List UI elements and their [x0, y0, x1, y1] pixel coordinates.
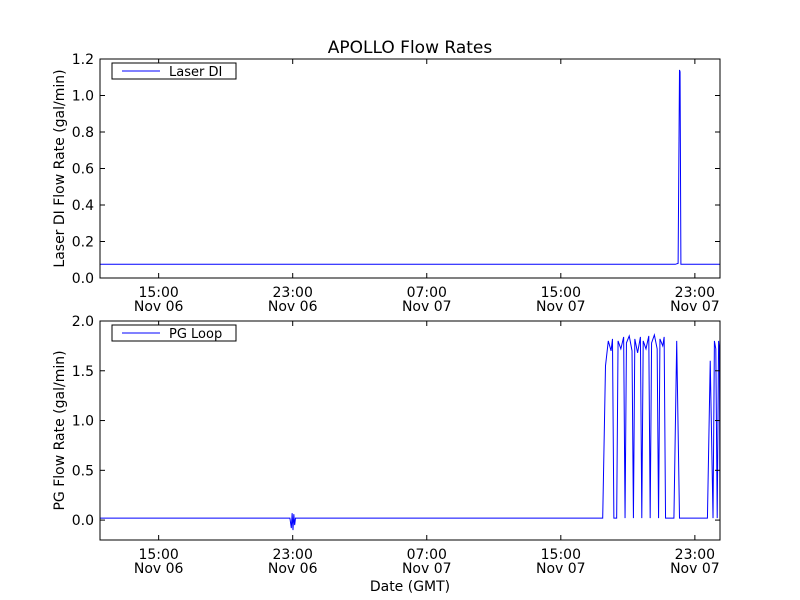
chart-title: APOLLO Flow Rates: [328, 38, 493, 58]
x-tick-date-label: Nov 07: [670, 299, 720, 315]
laser-di-panel: 0.00.20.40.60.81.01.215:00Nov 0623:00Nov…: [52, 38, 721, 315]
x-axis-label: Date (GMT): [370, 579, 450, 595]
pg-loop-panel: 0.00.51.01.52.015:00Nov 0623:00Nov 0607:…: [52, 314, 721, 595]
y-tick-label: 0.0: [72, 271, 94, 287]
legend: Laser DI: [111, 62, 237, 80]
y-tick-label: 1.0: [72, 89, 94, 105]
legend-label: PG Loop: [169, 327, 222, 342]
y-tick-label: 1.2: [72, 52, 94, 68]
y-axis-label: PG Flow Rate (gal/min): [52, 350, 68, 510]
y-tick-label: 0.8: [72, 125, 94, 141]
legend: PG Loop: [111, 324, 237, 342]
series-line-pg-loop: [100, 333, 720, 531]
y-tick-label: 2.0: [72, 314, 94, 330]
y-tick-label: 0.0: [72, 513, 94, 529]
x-tick-date-label: Nov 06: [134, 299, 184, 315]
plot-frame: [99, 320, 721, 541]
x-tick-date-label: Nov 07: [402, 561, 452, 577]
x-tick-date-label: Nov 07: [670, 561, 720, 577]
x-tick-date-label: Nov 07: [402, 299, 452, 315]
x-tick-date-label: Nov 06: [268, 299, 318, 315]
y-tick-label: 1.5: [72, 364, 94, 380]
x-tick-date-label: Nov 06: [134, 561, 184, 577]
y-tick-label: 0.5: [72, 463, 94, 479]
y-tick-label: 0.4: [72, 198, 94, 214]
x-tick-date-label: Nov 07: [536, 299, 586, 315]
legend-label: Laser DI: [169, 65, 222, 80]
plot-frame: [99, 58, 721, 279]
x-tick-date-label: Nov 06: [268, 561, 318, 577]
y-axis-label: Laser DI Flow Rate (gal/min): [52, 69, 68, 267]
apollo-flow-rates-figure: 0.00.20.40.60.81.01.215:00Nov 0623:00Nov…: [52, 38, 721, 595]
y-tick-label: 1.0: [72, 414, 94, 430]
y-tick-label: 0.6: [72, 162, 94, 178]
series-line-laser-di: [100, 69, 720, 265]
x-tick-date-label: Nov 07: [536, 561, 586, 577]
y-tick-label: 0.2: [72, 235, 94, 251]
